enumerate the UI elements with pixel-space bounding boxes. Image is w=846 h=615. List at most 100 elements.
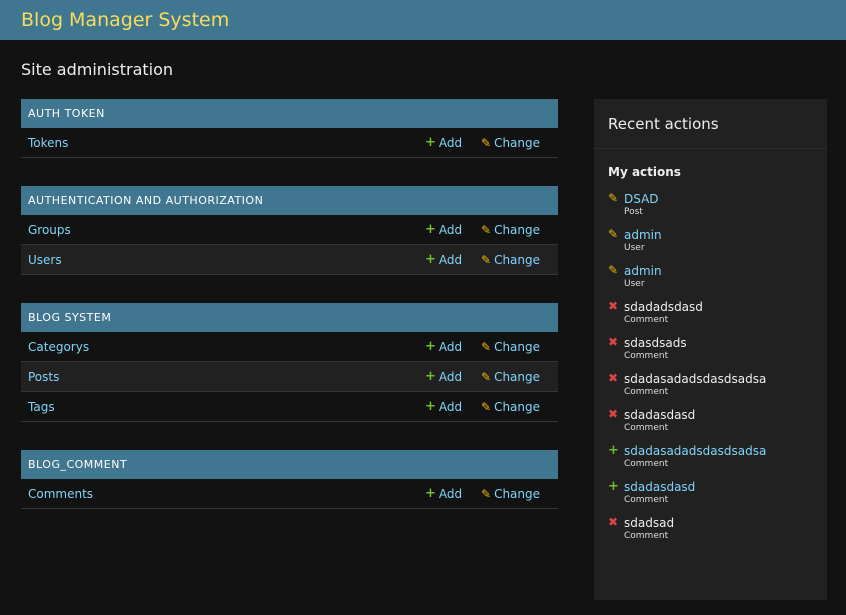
model-link[interactable]: Categorys xyxy=(28,340,425,354)
action-object[interactable]: sdadasdasd xyxy=(624,479,695,495)
pencil-icon: ✎ xyxy=(481,369,492,384)
change-link[interactable]: ✎ Change xyxy=(481,253,551,267)
recent-action-item: ✎ DSAD Post xyxy=(594,191,827,217)
model-row: Users + Add ✎ Change xyxy=(21,245,558,275)
model-row: Tags + Add ✎ Change xyxy=(21,392,558,422)
pencil-icon: ✎ xyxy=(481,222,492,237)
plus-icon: + xyxy=(425,339,436,354)
change-label: Change xyxy=(494,135,541,150)
action-object: sdasdsads xyxy=(624,336,687,350)
model-link[interactable]: Tags xyxy=(28,400,425,414)
action-object: sdadadsdasd xyxy=(624,300,703,314)
action-content-type: User xyxy=(624,243,645,253)
recent-action-item: + sdadasdasd Comment xyxy=(594,479,827,505)
model-link[interactable]: Comments xyxy=(28,487,425,501)
pencil-icon: ✎ xyxy=(481,339,492,354)
change-link[interactable]: ✎ Change xyxy=(481,223,551,237)
change-label: Change xyxy=(494,399,541,414)
pencil-icon: ✎ xyxy=(608,263,619,277)
model-row: Categorys + Add ✎ Change xyxy=(21,332,558,362)
model-row: Posts + Add ✎ Change xyxy=(21,362,558,392)
delete-icon: ✖ xyxy=(608,515,619,529)
action-content-type: Post xyxy=(624,207,643,217)
site-title[interactable]: Blog Manager System xyxy=(21,9,229,31)
module-caption[interactable]: BLOG_COMMENT xyxy=(21,450,558,479)
action-object[interactable]: admin xyxy=(624,263,662,279)
add-link[interactable]: + Add xyxy=(425,252,481,267)
recent-action-item: ✖ sdadasdasd Comment xyxy=(594,407,827,433)
module-caption[interactable]: AUTH TOKEN xyxy=(21,99,558,128)
pencil-icon: ✎ xyxy=(481,486,492,501)
model-row: Groups + Add ✎ Change xyxy=(21,215,558,245)
add-label: Add xyxy=(438,339,463,354)
action-object[interactable]: DSAD xyxy=(624,191,659,207)
add-label: Add xyxy=(438,222,463,237)
module-caption[interactable]: BLOG SYSTEM xyxy=(21,303,558,332)
add-link[interactable]: + Add xyxy=(425,339,481,354)
model-row: Comments + Add ✎ Change xyxy=(21,479,558,509)
change-label: Change xyxy=(494,252,541,267)
site-header: Blog Manager System xyxy=(0,0,846,40)
plus-icon: + xyxy=(425,252,436,267)
plus-icon: + xyxy=(608,479,619,494)
plus-icon: + xyxy=(425,369,436,384)
add-link[interactable]: + Add xyxy=(425,399,481,414)
pencil-icon: ✎ xyxy=(608,191,619,205)
model-link[interactable]: Groups xyxy=(28,223,425,237)
add-link[interactable]: + Add xyxy=(425,369,481,384)
recent-action-item: ✖ sdasdsads Comment xyxy=(594,335,827,361)
add-link[interactable]: + Add xyxy=(425,222,481,237)
delete-icon: ✖ xyxy=(608,299,619,313)
change-link[interactable]: ✎ Change xyxy=(481,136,551,150)
recent-action-item: ✖ sdadsad Comment xyxy=(594,515,827,541)
add-label: Add xyxy=(438,486,463,501)
recent-action-item: ✎ admin User xyxy=(594,227,827,253)
change-link[interactable]: ✎ Change xyxy=(481,400,551,414)
recent-actions-list: ✎ DSAD Post ✎ admin User ✎ admin User ✖ … xyxy=(594,191,827,541)
action-content-type: Comment xyxy=(624,459,669,469)
module-caption[interactable]: AUTHENTICATION AND AUTHORIZATION xyxy=(21,186,558,215)
my-actions-title: My actions xyxy=(608,165,681,179)
model-link[interactable]: Posts xyxy=(28,370,425,384)
add-label: Add xyxy=(438,399,463,414)
change-link[interactable]: ✎ Change xyxy=(481,340,551,354)
plus-icon: + xyxy=(425,222,436,237)
action-content-type: User xyxy=(624,279,645,289)
change-label: Change xyxy=(494,486,541,501)
delete-icon: ✖ xyxy=(608,335,619,349)
plus-icon: + xyxy=(608,443,619,458)
model-link[interactable]: Tokens xyxy=(28,136,425,150)
plus-icon: + xyxy=(425,486,436,501)
delete-icon: ✖ xyxy=(608,371,619,385)
app-list: AUTH TOKEN Tokens + Add ✎ Change AUTHENTICA… xyxy=(21,99,558,537)
add-label: Add xyxy=(438,369,463,384)
app-module: AUTHENTICATION AND AUTHORIZATION Groups … xyxy=(21,186,558,275)
action-object: sdadasadadsdasdsadsa xyxy=(624,372,767,386)
action-content-type: Comment xyxy=(624,423,669,433)
plus-icon: + xyxy=(425,135,436,150)
add-label: Add xyxy=(438,135,463,150)
model-row: Tokens + Add ✎ Change xyxy=(21,128,558,158)
action-content-type: Comment xyxy=(624,387,669,397)
action-object[interactable]: sdadasadadsdasdsadsa xyxy=(624,443,766,459)
action-content-type: Comment xyxy=(624,531,669,541)
change-link[interactable]: ✎ Change xyxy=(481,370,551,384)
pencil-icon: ✎ xyxy=(481,135,492,150)
recent-actions-panel: Recent actions My actions ✎ DSAD Post ✎ … xyxy=(594,99,827,600)
action-object[interactable]: admin xyxy=(624,227,662,243)
recent-action-item: ✎ admin User xyxy=(594,263,827,289)
action-content-type: Comment xyxy=(624,351,669,361)
pencil-icon: ✎ xyxy=(481,399,492,414)
pencil-icon: ✎ xyxy=(481,252,492,267)
change-link[interactable]: ✎ Change xyxy=(481,487,551,501)
add-link[interactable]: + Add xyxy=(425,135,481,150)
model-link[interactable]: Users xyxy=(28,253,425,267)
recent-action-item: ✖ sdadadsdasd Comment xyxy=(594,299,827,325)
delete-icon: ✖ xyxy=(608,407,619,421)
page-title: Site administration xyxy=(21,60,174,79)
app-module: AUTH TOKEN Tokens + Add ✎ Change xyxy=(21,99,558,158)
change-label: Change xyxy=(494,222,541,237)
app-module: BLOG_COMMENT Comments + Add ✎ Change xyxy=(21,450,558,509)
recent-actions-title: Recent actions xyxy=(594,99,827,149)
add-link[interactable]: + Add xyxy=(425,486,481,501)
